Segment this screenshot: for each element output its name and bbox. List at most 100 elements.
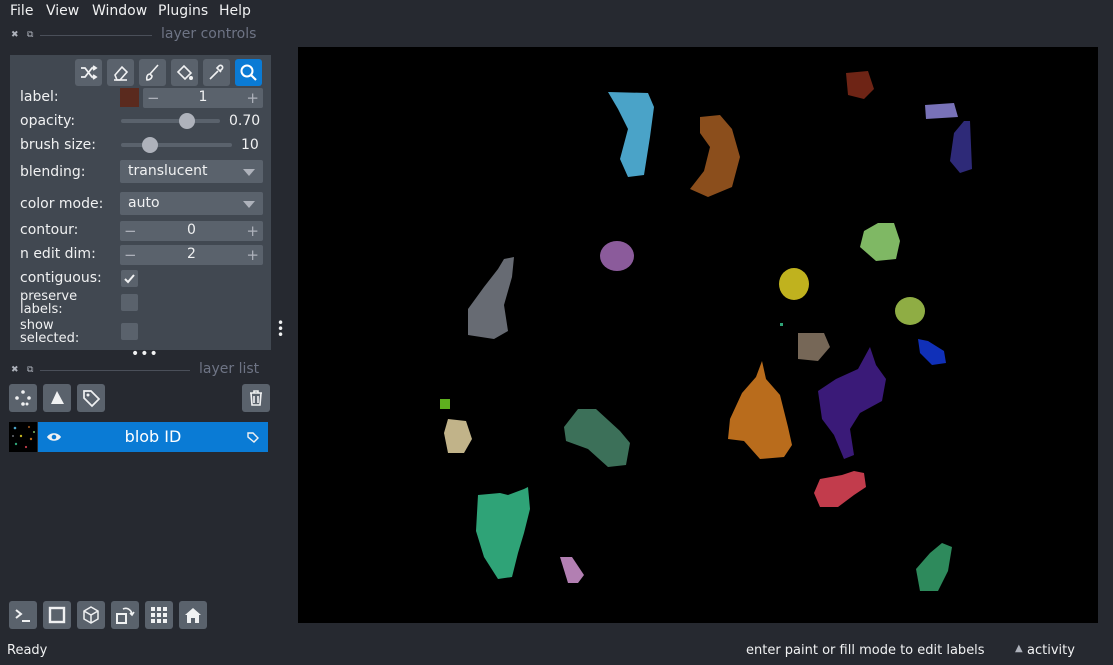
brush-size-slider-handle[interactable]	[142, 137, 158, 153]
dock-divider	[40, 370, 190, 371]
contour-increment[interactable]: +	[246, 222, 259, 240]
layer-controls-title: layer controls	[161, 26, 257, 42]
menu-help[interactable]: Help	[219, 3, 251, 19]
blob	[925, 103, 958, 119]
erase-button[interactable]	[107, 59, 134, 86]
dock-splitter-handle[interactable]: • • •	[277, 317, 284, 341]
zoom-icon	[240, 64, 257, 81]
color-mode-value: auto	[128, 195, 160, 211]
menu-view[interactable]: View	[46, 3, 79, 19]
label-blobs-image	[440, 71, 972, 591]
contiguous-checkbox[interactable]	[121, 270, 138, 287]
ndisplay-3d-icon	[83, 606, 99, 624]
fill-button[interactable]	[171, 59, 198, 86]
transpose-button[interactable]	[77, 601, 105, 629]
blob	[444, 419, 472, 453]
activity-button[interactable]: activity	[1027, 643, 1075, 658]
opacity-slider[interactable]	[121, 119, 220, 123]
show-selected-label: show selected:	[20, 319, 80, 346]
menu-file[interactable]: File	[10, 3, 33, 19]
paint-button[interactable]	[139, 59, 166, 86]
labels-icon	[247, 432, 259, 443]
console-icon	[15, 609, 30, 622]
show-selected-checkbox[interactable]	[121, 323, 138, 340]
paint-brush-icon	[145, 64, 159, 81]
status-text: Ready	[7, 643, 48, 658]
layer-name[interactable]: blob ID	[38, 427, 268, 446]
blob	[860, 223, 900, 261]
brush-size-slider[interactable]	[121, 143, 232, 147]
grid-icon	[151, 607, 167, 623]
menu-bar: File View Window Plugins Help	[0, 0, 1113, 24]
home-button[interactable]	[179, 601, 207, 629]
panel-splitter-handle[interactable]: •••	[131, 347, 159, 361]
n-edit-dim-value: 2	[187, 246, 196, 262]
delete-layer-button[interactable]	[242, 384, 270, 412]
chevron-down-icon	[243, 169, 255, 176]
new-points-layer-button[interactable]	[9, 384, 37, 412]
dock-float-icon[interactable]: ⧉	[27, 30, 33, 40]
color-mode-label: color mode:	[20, 196, 104, 212]
opacity-slider-handle[interactable]	[179, 113, 195, 129]
ndisplay-2d-icon	[48, 606, 66, 624]
blob	[690, 115, 740, 197]
new-labels-layer-button[interactable]	[77, 384, 105, 412]
color-mode-dropdown[interactable]: auto	[120, 192, 263, 215]
layer-thumbnail	[9, 422, 37, 452]
label-increment[interactable]: +	[246, 89, 259, 107]
blob	[560, 557, 584, 583]
n-edit-dim-increment[interactable]: +	[246, 246, 259, 264]
viewer-canvas[interactable]	[298, 47, 1098, 623]
contiguous-label: contiguous:	[20, 270, 102, 286]
blob	[440, 399, 450, 409]
ndisplay-button[interactable]	[43, 601, 71, 629]
blob	[818, 347, 886, 459]
blob	[916, 543, 952, 591]
blending-value: translucent	[128, 163, 208, 179]
blob	[476, 487, 530, 579]
preserve-labels-label: preserve labels:	[20, 290, 78, 317]
label-color-swatch[interactable]	[120, 88, 139, 107]
contour-value: 0	[187, 222, 196, 238]
blob	[728, 361, 792, 459]
preserve-labels-checkbox[interactable]	[121, 294, 138, 311]
blob	[780, 323, 783, 326]
label-value: 1	[198, 89, 208, 105]
console-button[interactable]	[9, 601, 37, 629]
blending-dropdown[interactable]: translucent	[120, 160, 263, 183]
menu-plugins[interactable]: Plugins	[158, 3, 208, 19]
shuffle-colors-button[interactable]	[75, 59, 102, 86]
blending-label: blending:	[20, 164, 86, 180]
blob	[608, 92, 654, 177]
layer-row-blob-id[interactable]: blob ID	[38, 422, 268, 452]
grid-button[interactable]	[145, 601, 173, 629]
dock-close-icon[interactable]: ✖	[11, 365, 19, 375]
n-edit-dim-label: n edit dim:	[20, 246, 96, 262]
shapes-icon	[51, 391, 64, 404]
blob	[468, 257, 514, 339]
chevron-up-icon: ▲	[1015, 643, 1023, 654]
dock-float-icon[interactable]: ⧉	[27, 365, 33, 375]
opacity-label: opacity:	[20, 113, 76, 129]
status-hint: enter paint or fill mode to edit labels	[746, 643, 985, 658]
blob	[950, 121, 972, 173]
blob	[846, 71, 874, 99]
new-shapes-layer-button[interactable]	[43, 384, 71, 412]
blob	[918, 339, 946, 365]
contour-spinbox[interactable]: − 0 +	[120, 221, 263, 241]
blob	[600, 241, 634, 271]
roll-button[interactable]	[111, 601, 139, 629]
pick-label-button[interactable]	[203, 59, 230, 86]
menu-window[interactable]: Window	[92, 3, 147, 19]
n-edit-dim-spinbox[interactable]: − 2 +	[120, 245, 263, 265]
color-picker-icon	[209, 64, 224, 80]
label-spinbox[interactable]: − 1 +	[143, 88, 263, 108]
pan-zoom-button[interactable]	[235, 59, 262, 86]
brush-size-value: 10	[241, 137, 259, 153]
dock-divider	[40, 35, 152, 36]
dock-close-icon[interactable]: ✖	[11, 30, 19, 40]
contour-label: contour:	[20, 222, 79, 238]
eraser-icon	[114, 65, 129, 81]
label-label: label:	[20, 89, 59, 105]
shuffle-icon	[81, 65, 98, 80]
